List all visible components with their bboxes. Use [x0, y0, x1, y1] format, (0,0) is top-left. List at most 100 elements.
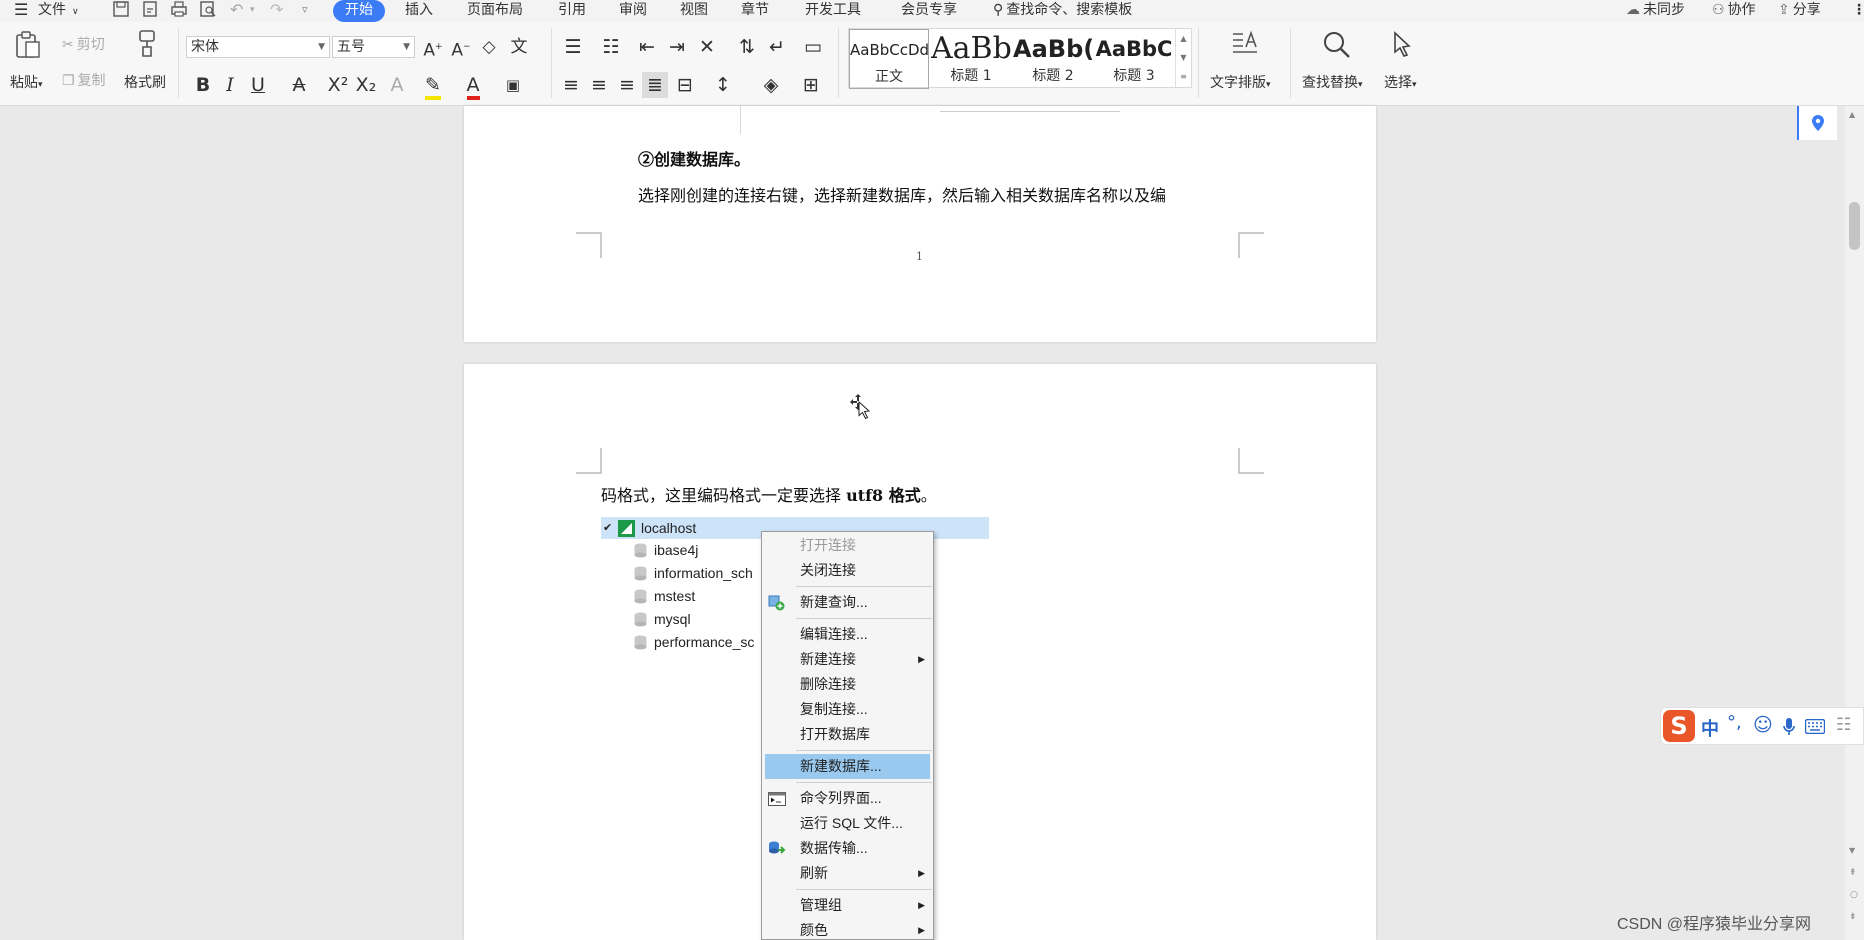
menu-item-color[interactable]: 颜色 ▶ [762, 918, 933, 939]
distributed-icon[interactable]: ⊟ [672, 72, 698, 98]
increase-indent-icon[interactable]: ⇥ [664, 34, 690, 60]
menu-item-refresh[interactable]: 刷新 ▶ [762, 861, 933, 886]
ime-language-toggle[interactable]: 中 [1701, 715, 1719, 741]
microphone-icon[interactable] [1783, 717, 1795, 737]
find-replace-button[interactable]: 查找替换▾ [1302, 72, 1363, 92]
command-search[interactable]: ⚲ 查找命令、搜索模板 [993, 0, 1132, 22]
hamburger-icon[interactable]: ☰ [14, 0, 28, 22]
menu-item-copy-connection[interactable]: 复制连接... [762, 697, 933, 722]
style-gallery-scroll[interactable]: ▲ ▼ ≡ [1175, 29, 1191, 87]
align-left-icon[interactable]: ≡ [558, 72, 584, 98]
quick-access-more-icon[interactable]: ▿ [302, 0, 308, 22]
print-icon[interactable] [170, 0, 188, 22]
select-button[interactable]: 选择▾ [1384, 72, 1417, 92]
tree-row-database[interactable]: performance_sc [601, 631, 754, 653]
superscript-icon[interactable]: X² [325, 72, 351, 98]
keyboard-icon[interactable] [1805, 719, 1825, 734]
share-button[interactable]: ⇪ 分享 [1778, 0, 1821, 22]
undo-icon[interactable]: ↶ [230, 0, 243, 22]
tab-review[interactable]: 审阅 [619, 0, 647, 22]
strikethrough-icon[interactable]: A [286, 72, 312, 98]
paste-icon[interactable] [14, 30, 42, 58]
menu-item-manage-group[interactable]: 管理组 ▶ [762, 893, 933, 918]
scroll-thumb[interactable] [1849, 202, 1860, 250]
tree-row-database[interactable]: mstest [601, 585, 741, 607]
font-color-icon[interactable]: A [460, 72, 486, 100]
subscript-icon[interactable]: X₂ [353, 72, 379, 98]
next-page-icon[interactable]: ⇟ [1849, 912, 1857, 922]
text-layout-icon[interactable] [1230, 30, 1258, 58]
style-heading-2[interactable]: AaBb( 标题 2 [1013, 29, 1093, 89]
text-effect-icon[interactable]: A [384, 72, 410, 98]
font-name-select[interactable]: 宋体 ▼ [186, 36, 330, 58]
punctuation-icon[interactable]: °, [1727, 712, 1742, 733]
undo-dropdown-icon[interactable]: ▾ [250, 0, 255, 22]
find-icon[interactable] [1322, 30, 1350, 58]
format-painter-button[interactable]: 格式刷 [124, 72, 166, 92]
justify-icon[interactable]: ≣ [642, 72, 668, 98]
print-preview-icon[interactable] [199, 0, 217, 22]
tab-chapter[interactable]: 章节 [741, 0, 769, 22]
phonetic-guide-icon[interactable]: 文 [506, 34, 532, 60]
numbered-list-icon[interactable]: ☷ [598, 34, 624, 60]
menu-item-edit-connection[interactable]: 编辑连接... [762, 622, 933, 647]
expand-toggle-icon[interactable]: ✔ [603, 517, 612, 539]
page2-paragraph[interactable]: 码格式，这里编码格式一定要选择 utf8 格式。 [601, 482, 937, 506]
text-layout-button[interactable]: 文字排版▾ [1210, 72, 1271, 92]
page1-paragraph[interactable]: 选择刚创建的连接右键，选择新建数据库，然后输入相关数据库名称以及编 [638, 182, 1166, 206]
tab-insert[interactable]: 插入 [405, 0, 433, 22]
align-center-icon[interactable]: ≡ [586, 72, 612, 98]
char-border-icon[interactable]: ▣ [500, 72, 526, 98]
show-marks-icon[interactable]: ↵ [764, 34, 790, 60]
italic-icon[interactable]: I [217, 72, 243, 98]
sogou-logo-icon[interactable]: S [1663, 710, 1695, 742]
tab-references[interactable]: 引用 [558, 0, 586, 22]
sync-status[interactable]: ☁ 未同步 [1626, 0, 1685, 22]
export-pdf-icon[interactable] [141, 0, 159, 22]
chinese-layout-icon[interactable]: ✕ [694, 34, 720, 60]
select-browse-object-icon[interactable]: ○ [1850, 890, 1858, 900]
menu-item-close-connection[interactable]: 关闭连接 [762, 558, 933, 583]
bold-icon[interactable]: B [190, 72, 216, 98]
menu-item-data-transfer[interactable]: 数据传输... [762, 836, 933, 861]
file-menu[interactable]: 文件 ∨ [38, 0, 79, 22]
page1-heading[interactable]: ②创建数据库。 [638, 146, 750, 170]
ruler-icon[interactable]: ▭ [800, 34, 826, 60]
scroll-down-icon[interactable]: ▼ [1849, 846, 1855, 855]
grow-font-icon[interactable]: A+ [420, 34, 446, 61]
select-cursor-icon[interactable] [1390, 30, 1418, 58]
clear-format-icon[interactable]: ◇ [476, 34, 502, 60]
more-options-icon[interactable]: ⋮ [1852, 0, 1864, 22]
menu-item-new-connection[interactable]: 新建连接 ▶ [762, 647, 933, 672]
align-right-icon[interactable]: ≡ [614, 72, 640, 98]
tab-page-layout[interactable]: 页面布局 [467, 0, 523, 22]
shrink-font-icon[interactable]: A− [448, 34, 474, 61]
redo-icon[interactable]: ↷ [270, 0, 283, 22]
tab-developer[interactable]: 开发工具 [805, 0, 861, 22]
vertical-scrollbar[interactable]: ▲ ▼ ⇞ ○ ⇟ [1845, 106, 1864, 940]
style-normal[interactable]: AaBbCcDd 正文 [849, 29, 929, 89]
document-page-1[interactable]: ②创建数据库。 选择刚创建的连接右键，选择新建数据库，然后输入相关数据库名称以及… [464, 106, 1376, 342]
borders-icon[interactable]: ⊞ [798, 72, 824, 98]
decrease-indent-icon[interactable]: ⇤ [634, 34, 660, 60]
font-size-select[interactable]: 五号 ▼ [332, 36, 415, 58]
tree-row-database[interactable]: information_sch [601, 562, 753, 584]
shading-icon[interactable]: ◈ [758, 72, 784, 98]
style-heading-1[interactable]: AaBb 标题 1 [931, 29, 1011, 89]
paste-button[interactable]: 粘贴▾ [10, 72, 43, 92]
menu-item-delete-connection[interactable]: 删除连接 [762, 672, 933, 697]
collaborate-button[interactable]: ⚇ 协作 [1712, 0, 1756, 22]
tab-view[interactable]: 视图 [680, 0, 708, 22]
format-painter-icon[interactable] [134, 28, 162, 57]
scroll-up-icon[interactable]: ▲ [1849, 110, 1855, 119]
menu-item-new-database[interactable]: 新建数据库... [765, 754, 930, 779]
menu-item-new-query[interactable]: 新建查询... [762, 590, 933, 615]
copy-button[interactable]: ❐ 复制 [62, 70, 106, 90]
navigation-pane-button[interactable] [1797, 106, 1837, 140]
style-heading-3[interactable]: AaBbC 标题 3 [1095, 29, 1173, 89]
menu-item-command-line[interactable]: 命令列界面... [762, 786, 933, 811]
sort-icon[interactable]: ⇅ [734, 34, 760, 60]
tab-member[interactable]: 会员专享 [901, 0, 957, 22]
menu-item-open-database[interactable]: 打开数据库 [762, 722, 933, 747]
ime-skin-icon[interactable]: ☷ [1836, 715, 1851, 735]
